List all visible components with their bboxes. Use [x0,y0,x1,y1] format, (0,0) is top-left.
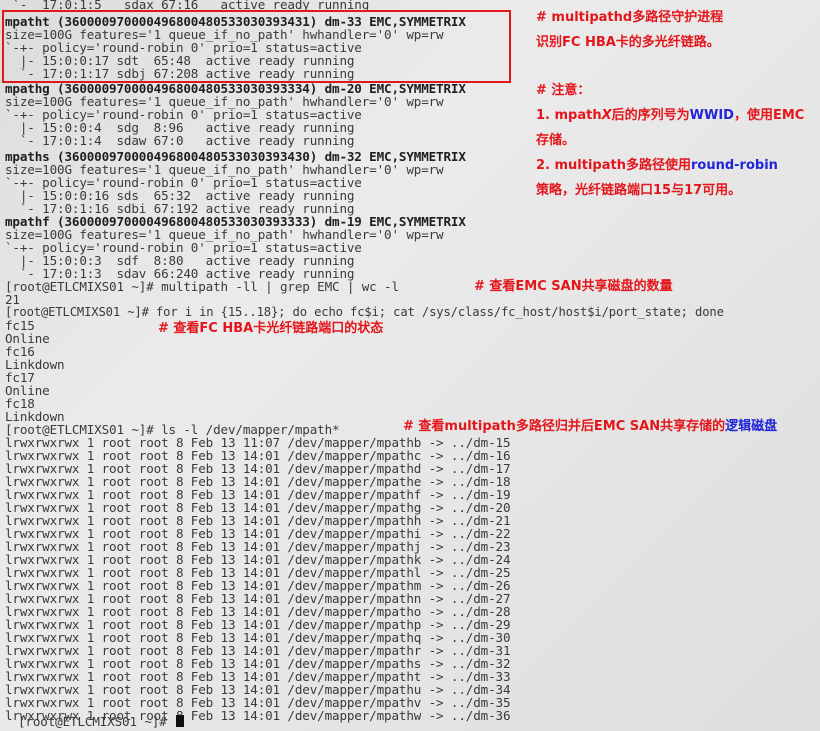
note-2-continued: 策略，光纤链路端口15与17可用。 [536,183,742,198]
note-2-part: 2. multipath多路径使用 [536,158,691,173]
annotation-multipathd-detail: 识别FC HBA卡的多光纤链路。 [536,35,720,50]
terminal-prompt-line: [root@ETLCMIXS01 ~]# multipath -ll | gre… [5,279,399,294]
terminal-current-prompt[interactable]: [root@ETLCMIXS01 ~]# [18,714,185,729]
terminal-line: `- 17:0:1:4 sdaw 67:0 active ready runni… [5,133,355,148]
note-1-part: 1. mpath [536,108,602,123]
note-2: 2. multipath多路径使用round-robin [536,158,778,174]
note-2-policy: round-robin [691,158,778,173]
note-1-wwid: WWID [689,108,734,123]
note-1-part: 后的序列号为 [611,108,690,123]
annotation-ls: # 查看multipath多路径归并后EMC SAN共享存储的逻辑磁盘 [403,419,777,435]
note-1-continued: 存储。 [536,133,576,148]
annotation-wc: # 查看EMC SAN共享磁盘的数量 [474,279,673,294]
terminal-prompt-line: [root@ETLCMIXS01 ~]# for i in {15..18}; … [5,305,724,319]
annotation-multipathd: # multipathd多路径守护进程 [536,10,724,25]
annotation-fc-state: # 查看FC HBA卡光纤链路端口的状态 [158,321,384,336]
annotation-ls-text: # 查看multipath多路径归并后EMC SAN共享存储的 [403,419,726,434]
note-1-var: X [601,108,612,123]
annotation-ls-highlight: 逻辑磁盘 [725,419,778,434]
note-1: 1. mpathX后的序列号为WWID，使用EMC [536,108,804,124]
note-1-part: ，使用EMC [733,108,805,123]
highlight-box [2,10,511,83]
notes-title: # 注意： [536,83,591,98]
prompt-text: [root@ETLCMIXS01 ~]# [18,714,175,729]
text-cursor [176,715,185,727]
